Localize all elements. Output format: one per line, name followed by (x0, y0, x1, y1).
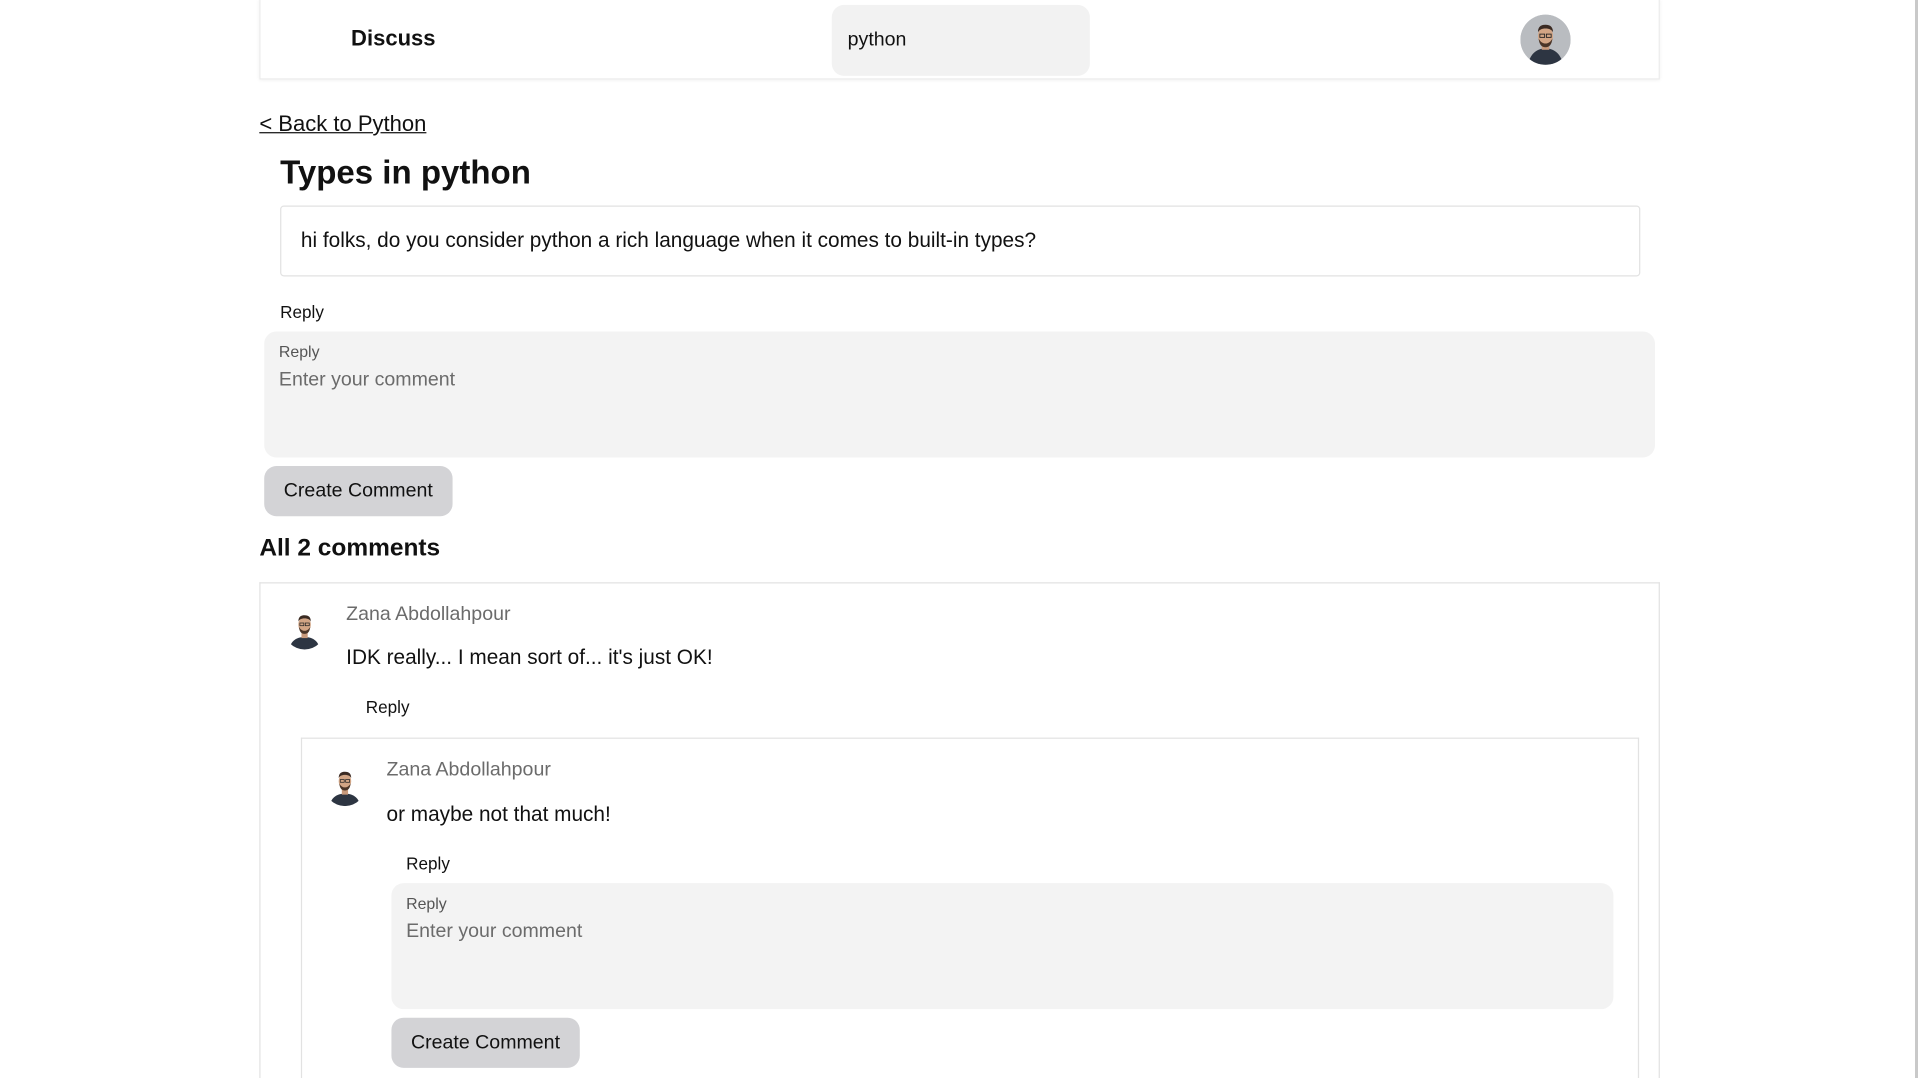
comment-input[interactable] (278, 369, 1641, 446)
reply-field-label: Reply (278, 342, 320, 361)
top-header: Discuss (259, 0, 1660, 80)
comment-author-avatar-icon (324, 764, 366, 807)
nested-comment-reply-link[interactable]: Reply (406, 854, 450, 874)
comment-text: IDK really... I mean sort of... it's jus… (346, 645, 713, 670)
user-avatar-icon[interactable] (1520, 14, 1571, 65)
back-to-python-link[interactable]: < Back to Python (259, 111, 426, 137)
nested-comment-input[interactable] (406, 921, 1599, 997)
post-body: hi folks, do you consider python a rich … (280, 205, 1641, 277)
create-comment-button[interactable]: Create Comment (264, 466, 453, 517)
comments-count-heading: All 2 comments (259, 534, 441, 562)
reply-textbox[interactable]: Reply (264, 331, 1655, 458)
comment-author-avatar-icon (283, 607, 326, 650)
nested-reply-field-label: Reply (406, 894, 447, 913)
comment-author: Zana Abdollahpour (346, 604, 511, 626)
nested-reply-textbox[interactable]: Reply (391, 883, 1614, 1010)
post-reply-link[interactable]: Reply (280, 302, 324, 322)
post-title: Types in python (280, 154, 531, 191)
nested-create-comment-button[interactable]: Create Comment (391, 1017, 580, 1068)
nested-comment-text: or maybe not that much! (386, 802, 611, 826)
page-content: Discuss < Back to Python Types in python… (0, 0, 1918, 1078)
page: Discuss < Back to Python Types in python… (0, 0, 1918, 1078)
brand-title[interactable]: Discuss (351, 26, 435, 52)
comment-reply-link[interactable]: Reply (366, 697, 410, 717)
nested-comment-author: Zana Abdollahpour (386, 759, 551, 781)
search-input[interactable] (831, 4, 1090, 76)
